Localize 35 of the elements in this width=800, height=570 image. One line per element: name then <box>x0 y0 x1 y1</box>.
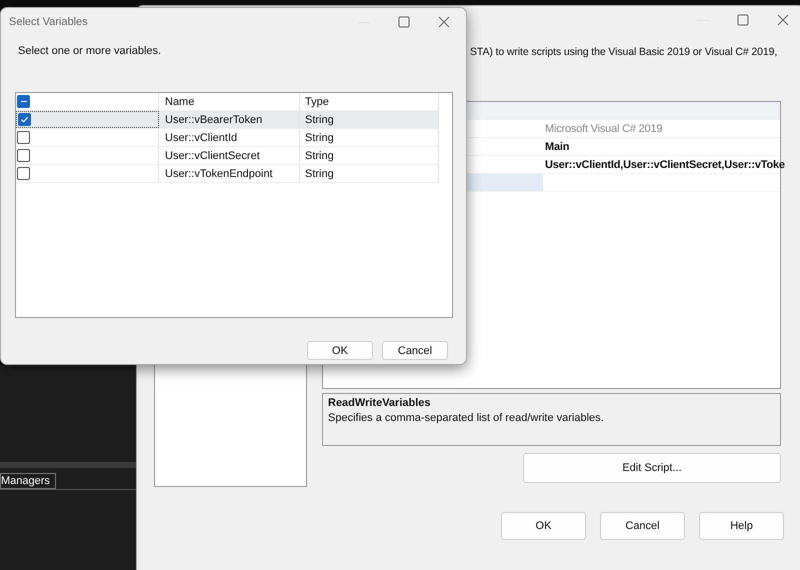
close-icon[interactable] <box>438 16 450 28</box>
variable-row[interactable]: User::vTokenEndpoint String <box>16 165 439 183</box>
dialog-button[interactable]: OK <box>307 341 373 360</box>
select-all-checkbox[interactable] <box>17 95 30 108</box>
checkbox[interactable] <box>17 149 30 162</box>
maximize-icon[interactable] <box>398 16 410 28</box>
variable-row[interactable]: User::vClientId String <box>16 129 439 147</box>
maximize-icon[interactable] <box>737 14 749 26</box>
dialog-button[interactable]: OK <box>501 512 586 540</box>
property-value: Microsoft Visual C# 2019 <box>544 122 662 134</box>
property-value: User::vClientId,User::vClientSecret,User::vToke <box>544 158 785 170</box>
managers-tab[interactable]: Managers <box>0 473 56 489</box>
variable-row[interactable]: User::vBearerToken String <box>16 111 439 129</box>
description-text: STA) to write scripts using the Visual Basic 2019 or Visual C# 2019, <box>470 46 778 58</box>
edit-script-button[interactable]: Edit Script... <box>523 453 781 483</box>
column-header[interactable]: Name <box>159 93 300 110</box>
checkbox[interactable] <box>17 167 30 180</box>
variable-row[interactable]: User::vClientSecret String <box>16 147 439 165</box>
property-value: Main <box>544 140 570 152</box>
dialog-button[interactable]: Cancel <box>382 341 448 360</box>
help-title: ReadWriteVariables <box>328 397 432 409</box>
dialog-button[interactable]: Cancel <box>600 512 685 540</box>
window-title: Select Variables <box>9 16 88 28</box>
variable-name: User::vClientSecret <box>165 150 260 162</box>
dialog-button[interactable]: Help <box>699 512 784 540</box>
variable-name: User::vTokenEndpoint <box>165 168 273 180</box>
checkbox[interactable] <box>17 131 30 144</box>
variable-name: User::vBearerToken <box>165 114 262 126</box>
help-text: Specifies a comma-separated list of read/write variables. <box>328 412 605 424</box>
checkmark-icon <box>20 115 29 124</box>
variable-name: User::vClientId <box>165 132 238 144</box>
checkbox[interactable] <box>18 113 31 126</box>
instruction-text: Select one or more variables. <box>18 45 162 57</box>
close-icon[interactable] <box>777 14 789 26</box>
column-header[interactable]: Type <box>300 93 439 110</box>
